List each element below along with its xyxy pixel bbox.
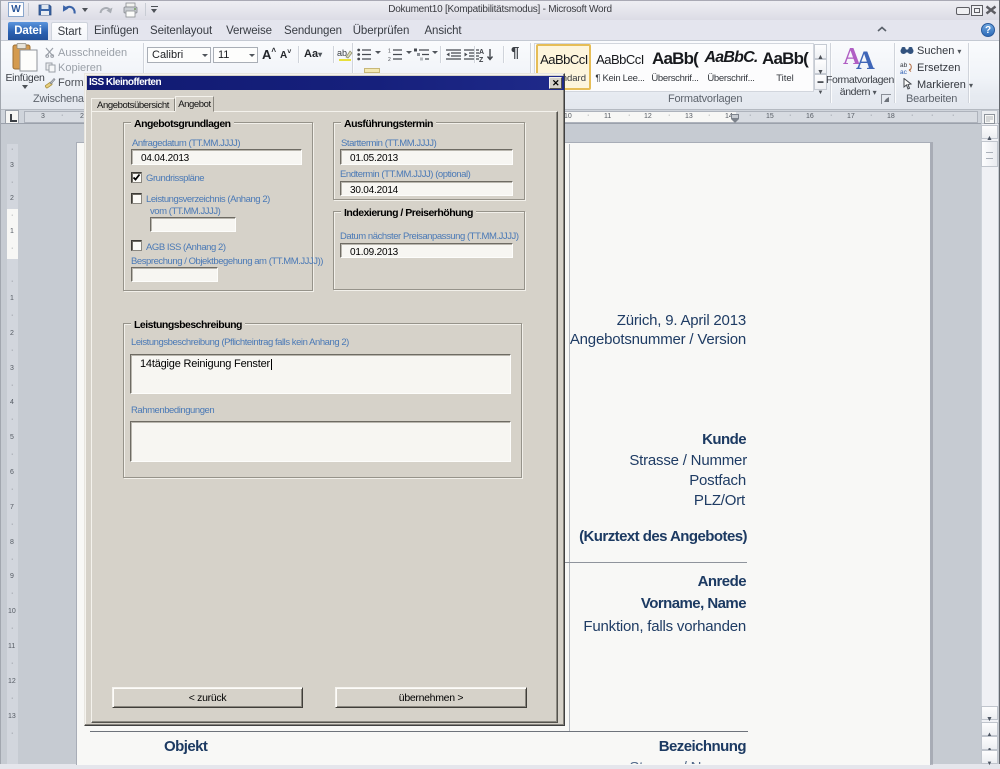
svg-text:ac: ac bbox=[900, 69, 908, 74]
svg-text:ab: ab bbox=[900, 62, 908, 69]
svg-text:Z: Z bbox=[479, 57, 484, 62]
svg-text:2: 2 bbox=[388, 57, 391, 61]
svg-text:ab: ab bbox=[337, 48, 347, 58]
svg-text:A: A bbox=[479, 49, 484, 56]
svg-text:1: 1 bbox=[388, 49, 391, 55]
